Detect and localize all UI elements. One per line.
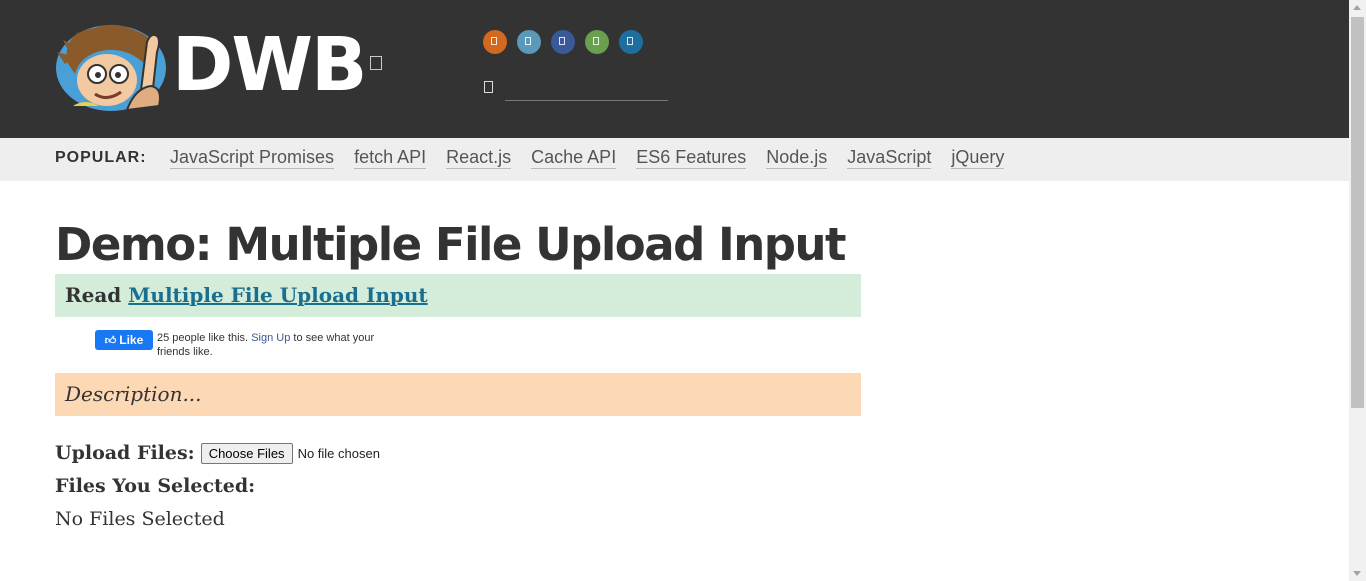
popular-link[interactable]: ES6 Features [636, 147, 747, 169]
popular-link[interactable]: Cache API [531, 147, 617, 169]
read-prefix: Read [65, 283, 122, 307]
popular-links: JavaScript Promises fetch API React.js C… [170, 147, 1005, 169]
article-link[interactable]: Multiple File Upload Input [128, 283, 427, 307]
popular-link[interactable]: JavaScript Promises [170, 147, 335, 169]
upload-row: Upload Files: Choose Files No file chose… [55, 440, 380, 466]
popular-link[interactable]: Node.js [766, 147, 828, 169]
selected-files-list: No Files Selected [55, 508, 225, 530]
rss-icon[interactable] [483, 30, 507, 54]
signup-link[interactable]: Sign Up [251, 332, 290, 344]
popular-bar: POPULAR: JavaScript Promises fetch API R… [0, 138, 1349, 181]
menu-icon[interactable] [370, 56, 382, 70]
facebook-like-button[interactable]: 👍︎ Like [95, 330, 153, 350]
brand-wordmark: DWB [172, 22, 367, 108]
selected-files-heading: Files You Selected: [55, 475, 256, 497]
github-icon[interactable] [585, 30, 609, 54]
twitter-icon[interactable] [517, 30, 541, 54]
scroll-up-icon[interactable] [1353, 5, 1361, 10]
site-header: DWB [0, 0, 1349, 138]
like-count-text: 25 people like this. Sign Up to see what… [157, 331, 387, 355]
choose-files-button[interactable]: Choose Files [200, 442, 293, 464]
upload-label: Upload Files: [55, 442, 195, 464]
description-box: Description... [55, 373, 861, 416]
scroll-down-icon[interactable] [1353, 571, 1361, 576]
like-label: Like [119, 333, 144, 347]
thumbs-up-icon: 👍︎ [104, 335, 117, 347]
popular-link[interactable]: jQuery [951, 147, 1005, 169]
popular-label: POPULAR: [55, 149, 147, 166]
mascot-logo-icon [56, 24, 166, 112]
read-article-box: Read Multiple File Upload Input [55, 274, 861, 317]
facebook-like-widget: 👍︎ Like 25 people like this. Sign Up to s… [95, 330, 395, 355]
scrollbar-thumb[interactable] [1351, 17, 1364, 408]
facebook-icon[interactable] [551, 30, 575, 54]
social-links [483, 30, 643, 54]
popular-link[interactable]: React.js [446, 147, 512, 169]
popular-link[interactable]: JavaScript [847, 147, 932, 169]
linkedin-icon[interactable] [619, 30, 643, 54]
search-input[interactable] [505, 76, 668, 101]
file-status: No file chosen [297, 445, 380, 461]
like-count: 25 people like this. [157, 332, 249, 344]
vertical-scrollbar[interactable] [1349, 0, 1366, 581]
search-icon[interactable] [484, 81, 493, 93]
popular-link[interactable]: fetch API [354, 147, 427, 169]
page-title: Demo: Multiple File Upload Input [55, 218, 847, 271]
